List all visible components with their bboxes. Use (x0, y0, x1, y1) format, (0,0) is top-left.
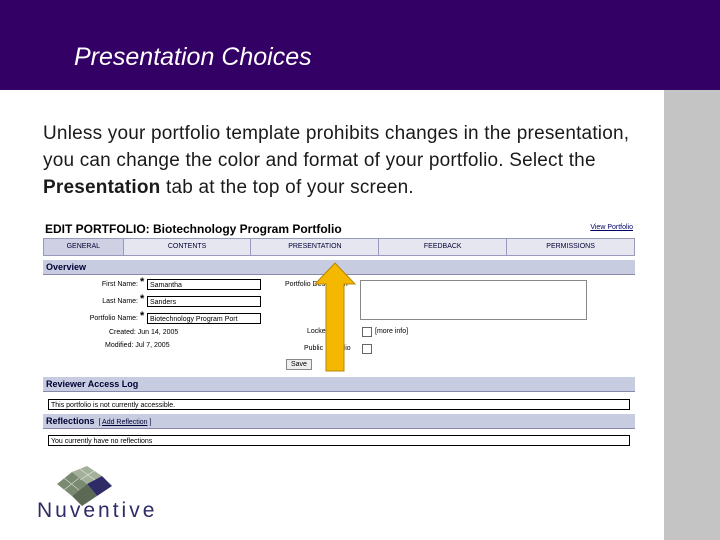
view-portfolio-link[interactable]: View Portfolio (590, 224, 633, 231)
public-portfolio-checkbox[interactable] (362, 344, 372, 354)
tab-contents[interactable]: CONTENTS (122, 238, 251, 256)
reviewer-log-box: This portfolio is not currently accessib… (48, 399, 630, 410)
required-marker: * (140, 293, 145, 305)
body-text-bold: Presentation (43, 177, 161, 198)
tab-presentation[interactable]: PRESENTATION (250, 238, 379, 256)
portfolio-description-input[interactable] (360, 280, 587, 320)
slide-title: Presentation Choices (74, 43, 312, 71)
add-reflection-link-wrap: [ Add Reflection ] (98, 419, 152, 426)
yellow-up-arrow-icon (313, 262, 357, 372)
reviewer-heading: Reviewer Access Log (46, 379, 139, 389)
portfolio-name-field[interactable]: Biotechnology Program Port (147, 313, 261, 324)
last-name-label: Last Name: (102, 298, 138, 305)
last-name-field[interactable]: Sanders (147, 296, 261, 307)
add-reflection-link[interactable]: Add Reflection (102, 419, 148, 426)
save-button[interactable]: Save (286, 359, 312, 370)
right-side-bar (664, 90, 720, 540)
tab-permissions[interactable]: PERMISSIONS (506, 238, 636, 256)
created-date: Created: Jun 14, 2005 (109, 329, 179, 336)
first-name-label: First Name: (101, 281, 138, 288)
reflections-heading: Reflections (46, 416, 95, 426)
portfolio-name-label: Portfolio Name: (89, 315, 138, 322)
reflections-section-header: Reflections[ Add Reflection ] (43, 414, 635, 429)
required-marker: * (140, 310, 145, 322)
overview-heading: Overview (46, 262, 87, 272)
nuventive-logo-text: Nuventive (37, 499, 158, 522)
body-text-prefix: Unless your portfolio template prohibits… (43, 123, 630, 171)
slide-body-text: Unless your portfolio template prohibits… (43, 120, 663, 201)
more-info-link[interactable]: [more info] (375, 328, 408, 335)
tab-feedback[interactable]: FEEDBACK (378, 238, 507, 256)
portfolio-tabs: GENERAL CONTENTS PRESENTATION FEEDBACK P… (43, 238, 636, 256)
body-text-suffix: tab at the top of your screen. (160, 177, 414, 198)
first-name-field[interactable]: Samantha (147, 279, 261, 290)
reflections-box: You currently have no reflections (48, 435, 630, 446)
slide-header: Presentation Choices (0, 0, 720, 90)
modified-date: Modified: Jul 7, 2005 (105, 342, 170, 349)
reviewer-section-header: Reviewer Access Log (43, 377, 635, 392)
required-marker: * (140, 276, 145, 288)
locked-checkbox[interactable] (362, 327, 372, 337)
tab-general[interactable]: GENERAL (43, 238, 123, 256)
edit-portfolio-title: EDIT PORTFOLIO: Biotechnology Program Po… (45, 222, 342, 236)
